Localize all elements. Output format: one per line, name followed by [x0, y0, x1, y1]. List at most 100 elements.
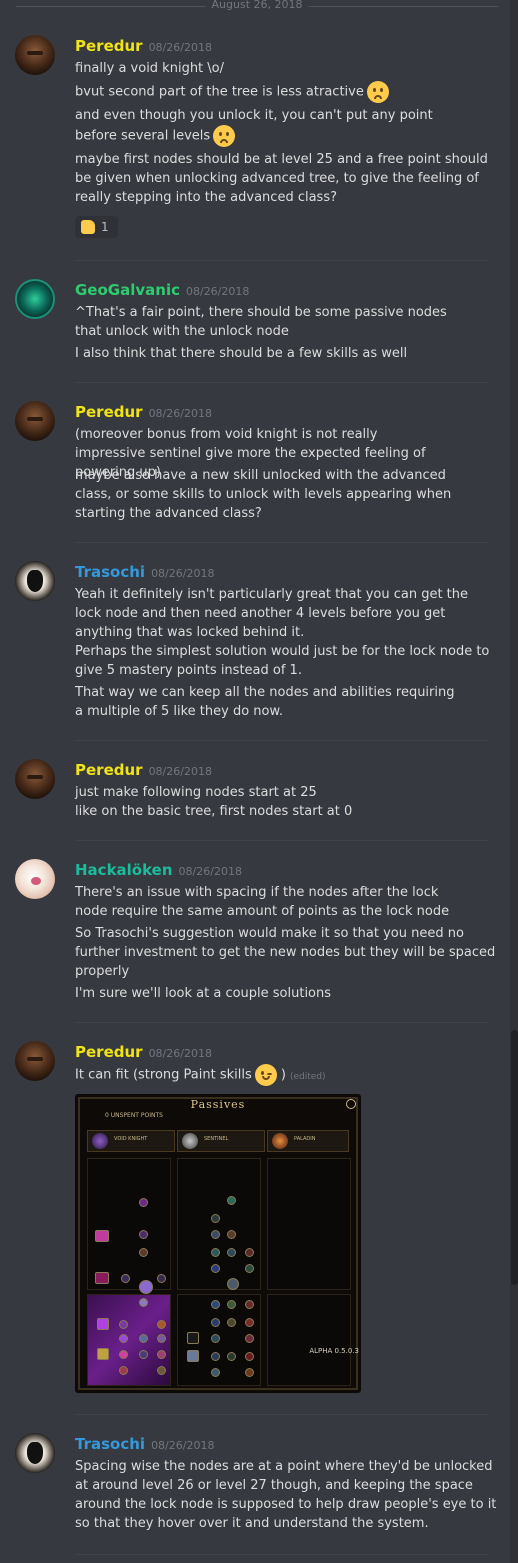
passive-node [245, 1300, 254, 1309]
message-text-content: bvut second part of the tree is less atr… [75, 84, 364, 100]
message-separator [75, 1414, 488, 1415]
avatar[interactable] [15, 859, 55, 899]
paladin-icon [272, 1133, 288, 1149]
message-text: like on the basic tree, first nodes star… [75, 804, 353, 819]
message-text: bvut second part of the tree is less atr… [75, 81, 500, 103]
class-label: PALADIN [294, 1136, 316, 1142]
username[interactable]: Trasochi [75, 1435, 145, 1453]
passive-node [139, 1334, 148, 1343]
passive-node [139, 1230, 148, 1239]
date-divider-label: August 26, 2018 [205, 0, 309, 11]
tree-column [87, 1158, 171, 1290]
message-header: Peredur 08/26/2018 [75, 402, 212, 421]
timestamp: 08/26/2018 [185, 285, 250, 298]
passive-node [95, 1272, 109, 1284]
timestamp: 08/26/2018 [148, 765, 212, 778]
message-text: Yeah it definitely isn't particularly gr… [75, 587, 469, 640]
message-text: finally a void knight \o/ [75, 61, 224, 76]
message-header: Trasochi 08/26/2018 [75, 562, 214, 581]
message-text-content: It can fit (strong Paint skills [75, 1067, 252, 1083]
username[interactable]: Trasochi [75, 563, 145, 581]
username[interactable]: GeoGalvanic [75, 281, 180, 299]
passives-title: Passives [190, 1098, 246, 1111]
message-text: There's an issue with spacing if the nod… [75, 885, 450, 919]
message-header: Hackalöken 08/26/2018 [75, 860, 242, 879]
passive-node [97, 1348, 109, 1360]
message-text: just make following nodes start at 25 [75, 785, 317, 800]
message-text: It can fit (strong Paint skills ) (edited… [75, 1064, 500, 1087]
passive-node [157, 1366, 166, 1375]
timestamp: 08/26/2018 [148, 407, 212, 420]
passive-node [211, 1368, 220, 1377]
passive-node [245, 1368, 254, 1377]
passive-node [211, 1230, 220, 1239]
passive-node [119, 1334, 128, 1343]
avatar[interactable] [15, 279, 55, 319]
date-divider: August 26, 2018 [16, 0, 498, 14]
timestamp: 08/26/2018 [148, 41, 212, 54]
passive-node [95, 1230, 109, 1242]
passive-node [187, 1350, 199, 1362]
avatar[interactable] [15, 35, 55, 75]
reaction-count: 1 [101, 220, 109, 234]
tree-column [267, 1158, 351, 1290]
passive-node [157, 1334, 166, 1343]
class-header-sentinel: SENTINEL [177, 1130, 265, 1152]
username[interactable]: Peredur [75, 403, 143, 421]
class-header-void-knight: VOID KNIGHT [87, 1130, 175, 1152]
passive-node [227, 1196, 236, 1205]
image-attachment[interactable]: Passives 0 UNSPENT POINTS VOID KNIGHT SE… [75, 1094, 361, 1393]
username[interactable]: Hackalöken [75, 861, 173, 879]
passive-node [227, 1248, 236, 1257]
class-header-paladin: PALADIN [267, 1130, 349, 1152]
avatar[interactable] [15, 1041, 55, 1081]
passive-node [227, 1230, 236, 1239]
unspent-points-label: 0 UNSPENT POINTS [105, 1112, 163, 1119]
version-label: ALPHA 0.5.0.3 [309, 1347, 359, 1355]
passive-node [119, 1320, 128, 1329]
tree-column [267, 1294, 351, 1386]
scrollbar-thumb[interactable] [511, 1030, 518, 1285]
message-header: Trasochi 08/26/2018 [75, 1434, 214, 1453]
passive-node [121, 1274, 130, 1283]
timestamp: 08/26/2018 [151, 567, 215, 580]
passive-node [119, 1366, 128, 1375]
passive-node [157, 1320, 166, 1329]
reaction-button[interactable]: 1 [75, 216, 118, 238]
message-text-content: ) [280, 1067, 286, 1083]
timestamp: 08/26/2018 [148, 1047, 212, 1060]
avatar[interactable] [15, 1433, 55, 1473]
edited-label: (edited) [289, 1071, 326, 1082]
winking-emoji-icon [254, 1064, 277, 1086]
message-text: Perhaps the simplest solution would just… [75, 644, 490, 678]
passive-node [227, 1300, 236, 1309]
message-separator [75, 740, 488, 741]
username[interactable]: Peredur [75, 761, 143, 779]
passive-node [227, 1278, 239, 1290]
message-separator [75, 1554, 488, 1555]
username[interactable]: Peredur [75, 1043, 143, 1061]
message-header: Peredur 08/26/2018 [75, 1042, 212, 1061]
avatar[interactable] [15, 401, 55, 441]
scrollbar-track[interactable] [510, 0, 518, 1563]
message-separator [75, 542, 488, 543]
thumbs-up-icon [81, 220, 95, 234]
passive-node [227, 1352, 236, 1361]
frowning-emoji-icon [213, 125, 236, 147]
passive-node [211, 1264, 220, 1273]
message-separator [75, 840, 488, 841]
timestamp: 08/26/2018 [151, 1439, 215, 1452]
passive-node [245, 1248, 254, 1257]
message-separator [75, 382, 488, 383]
passive-node [211, 1318, 220, 1327]
message-text: So Trasochi's suggestion would make it s… [75, 926, 496, 979]
avatar[interactable] [15, 561, 55, 601]
message-text: I'm sure we'll look at a couple solution… [75, 986, 332, 1001]
message-text: ^That's a fair point, there should be so… [75, 305, 447, 339]
username[interactable]: Peredur [75, 37, 143, 55]
timestamp: 08/26/2018 [178, 865, 242, 878]
passive-node [211, 1300, 220, 1309]
void-knight-icon [92, 1133, 108, 1149]
avatar[interactable] [15, 759, 55, 799]
passive-node [211, 1214, 220, 1223]
